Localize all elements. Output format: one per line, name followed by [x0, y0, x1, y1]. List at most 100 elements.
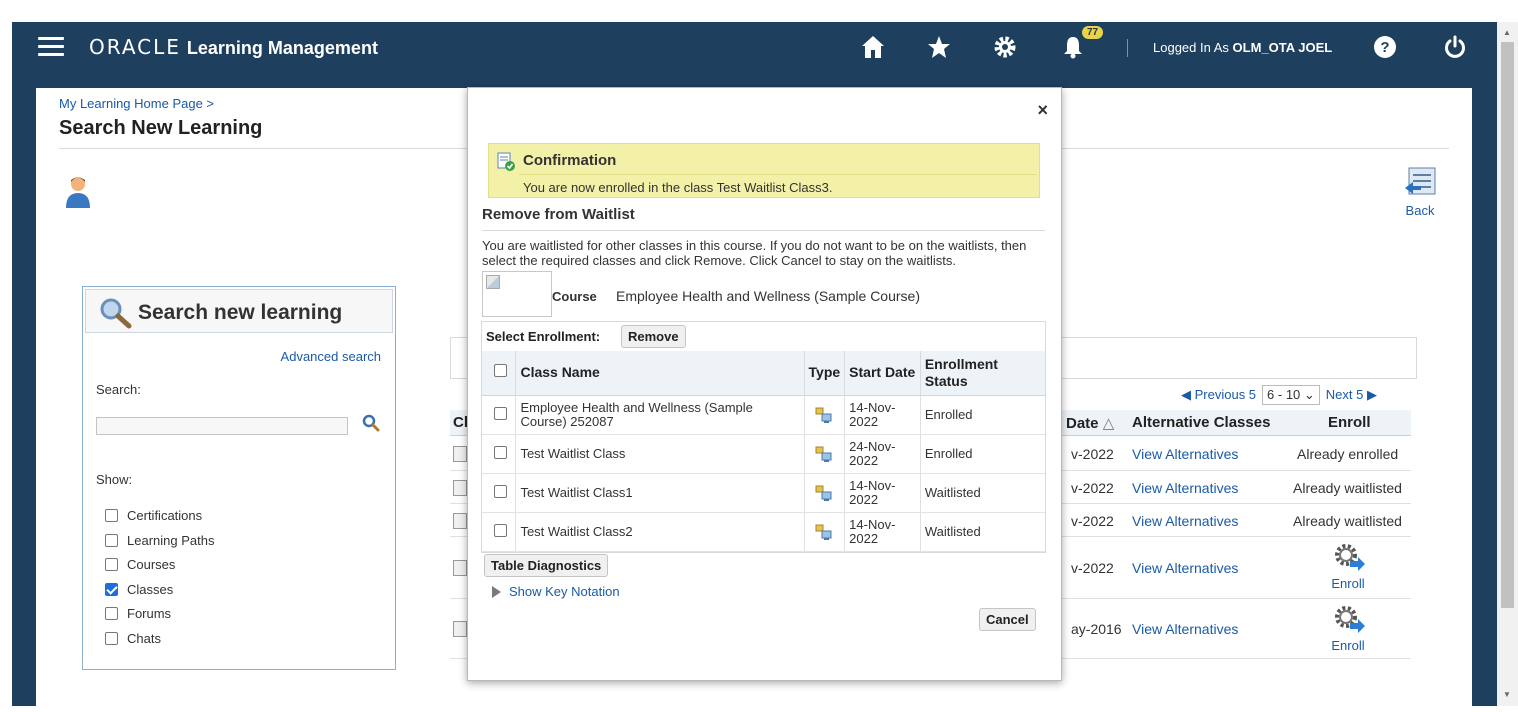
enrollment-table-header: Class Name Type Start Date Enrollment St… — [482, 351, 1045, 396]
row-select-cell — [482, 434, 517, 474]
enroll-status: Already waitlisted — [1293, 512, 1402, 529]
filter-option[interactable]: Certifications — [105, 508, 202, 523]
remove-from-waitlist-title: Remove from Waitlist — [482, 206, 635, 223]
logged-in-prefix: Logged In As — [1153, 40, 1229, 55]
filter-label: Forums — [127, 606, 172, 621]
filter-label: Classes — [127, 582, 174, 597]
select-all-checkbox[interactable] — [494, 364, 507, 378]
col-class-name: Class Name — [515, 351, 805, 396]
results-header-enroll: Enroll — [1328, 414, 1371, 431]
close-icon[interactable]: × — [1037, 100, 1048, 121]
magnifier-icon — [98, 297, 132, 332]
brand-logo[interactable]: ORACLE Learning Management — [89, 35, 378, 59]
class-name-cell: Test Waitlist Class1 — [515, 473, 805, 513]
back-button[interactable]: Back — [1396, 166, 1444, 218]
next-page-link[interactable]: Next 5 ▶ — [1326, 387, 1377, 403]
type-cell — [804, 395, 846, 435]
show-label: Show: — [96, 472, 133, 487]
filter-label: Courses — [127, 557, 176, 572]
start-date-cell: 14-Nov-2022 — [844, 395, 921, 435]
show-key-notation-toggle[interactable]: Show Key Notation — [492, 584, 620, 599]
show-key-notation-label: Show Key Notation — [509, 584, 620, 599]
enrollment-row: Test Waitlist Class1 14-Nov-2022 Waitliste… — [482, 473, 1045, 513]
favorites-star-icon[interactable] — [926, 34, 956, 62]
type-cell — [804, 512, 846, 552]
confirmation-title: Confirmation — [523, 152, 617, 169]
enroll-status: Already waitlisted — [1293, 479, 1402, 496]
table-diagnostics-button[interactable]: Table Diagnostics — [484, 554, 609, 577]
page-range-value: 6 - 10 — [1267, 387, 1301, 402]
enroll-status: Already enrolled — [1297, 446, 1399, 462]
back-label: Back — [1405, 203, 1435, 218]
row-select-cell — [482, 473, 517, 513]
logged-in-user: OLM_OTA JOEL — [1232, 40, 1333, 55]
back-icon — [1405, 167, 1436, 195]
view-alternatives-link[interactable]: View Alternatives — [1132, 446, 1238, 462]
enroll-label: Enroll — [1331, 576, 1365, 591]
menu-icon[interactable] — [38, 37, 64, 57]
view-alternatives-link[interactable]: View Alternatives — [1132, 621, 1238, 637]
breadcrumb-my-learning-home[interactable]: My Learning Home Page > — [59, 96, 214, 111]
filter-checkbox[interactable] — [105, 607, 118, 620]
row-select-checkbox[interactable] — [494, 484, 507, 498]
logout-power-icon[interactable] — [1442, 34, 1472, 62]
search-panel: Search new learning Advanced search Sear… — [82, 286, 396, 670]
vertical-scrollbar[interactable]: ▲ ▼ — [1497, 22, 1518, 706]
view-alternatives-link[interactable]: View Alternatives — [1132, 560, 1238, 576]
remove-button[interactable]: Remove — [621, 325, 686, 348]
logged-in-text: Logged In As OLM_OTA JOEL — [1153, 40, 1332, 55]
result-thumbnail — [453, 479, 467, 496]
filter-option[interactable]: Chats — [105, 631, 161, 646]
col-type: Type — [804, 351, 846, 396]
row-select-cell — [482, 395, 517, 435]
app-name: Learning Management — [186, 38, 378, 58]
enroll-action[interactable]: Enroll — [1328, 541, 1368, 591]
row-select-checkbox[interactable] — [494, 523, 507, 537]
filter-checkbox[interactable] — [105, 583, 118, 596]
page-range-select[interactable]: 6 - 10 ⌄ — [1262, 385, 1320, 405]
cancel-button[interactable]: Cancel — [979, 608, 1036, 631]
enroll-action[interactable]: Enroll — [1328, 603, 1368, 653]
settings-gear-icon[interactable] — [992, 34, 1022, 62]
scrollbar-thumb[interactable] — [1501, 42, 1514, 608]
advanced-search-link[interactable]: Advanced search — [281, 349, 381, 364]
enroll-label: Enroll — [1331, 638, 1365, 653]
search-input[interactable] — [96, 417, 348, 435]
course-value: Employee Health and Wellness (Sample Cou… — [616, 288, 920, 304]
filter-checkbox[interactable] — [105, 534, 118, 547]
search-panel-header: Search new learning — [85, 289, 393, 333]
classroom-type-icon — [815, 446, 832, 462]
previous-label: Previous 5 — [1194, 387, 1257, 402]
previous-page-link[interactable]: ◀ Previous 5 — [1181, 387, 1256, 403]
filter-option[interactable]: Classes — [105, 582, 173, 597]
class-name-cell: Employee Health and Wellness (Sample Cou… — [515, 395, 805, 435]
results-header-alternatives: Alternative Classes — [1132, 414, 1271, 431]
row-select-checkbox[interactable] — [494, 406, 507, 420]
svg-text:?: ? — [1380, 39, 1389, 56]
filter-option[interactable]: Courses — [105, 557, 175, 572]
search-go-icon[interactable] — [361, 413, 381, 436]
home-icon[interactable] — [860, 34, 890, 62]
filter-checkbox[interactable] — [105, 632, 118, 645]
help-icon[interactable]: ? — [1372, 34, 1402, 62]
filter-checkbox[interactable] — [105, 558, 118, 571]
scroll-up-icon[interactable]: ▲ — [1503, 28, 1511, 37]
view-alternatives-link[interactable]: View Alternatives — [1132, 513, 1238, 529]
waitlist-description: You are waitlisted for other classes in … — [482, 238, 1027, 268]
scroll-down-icon[interactable]: ▼ — [1503, 690, 1511, 699]
view-alternatives-link[interactable]: View Alternatives — [1132, 480, 1238, 496]
row-select-cell — [482, 512, 517, 552]
row-select-checkbox[interactable] — [494, 445, 507, 459]
results-header-date[interactable]: Date △ — [1066, 414, 1114, 432]
filter-checkbox[interactable] — [105, 509, 118, 522]
filter-option[interactable]: Forums — [105, 606, 171, 621]
page-title: Search New Learning — [59, 117, 263, 139]
result-date: ay-2016 — [1071, 621, 1122, 637]
filter-label: Chats — [127, 631, 161, 646]
result-thumbnail — [453, 512, 467, 529]
result-thumbnail — [453, 621, 467, 637]
filter-label: Certifications — [127, 508, 203, 523]
filter-option[interactable]: Learning Paths — [105, 533, 214, 548]
classroom-type-icon — [815, 485, 832, 501]
confirmation-message: You are now enrolled in the class Test W… — [523, 180, 833, 195]
